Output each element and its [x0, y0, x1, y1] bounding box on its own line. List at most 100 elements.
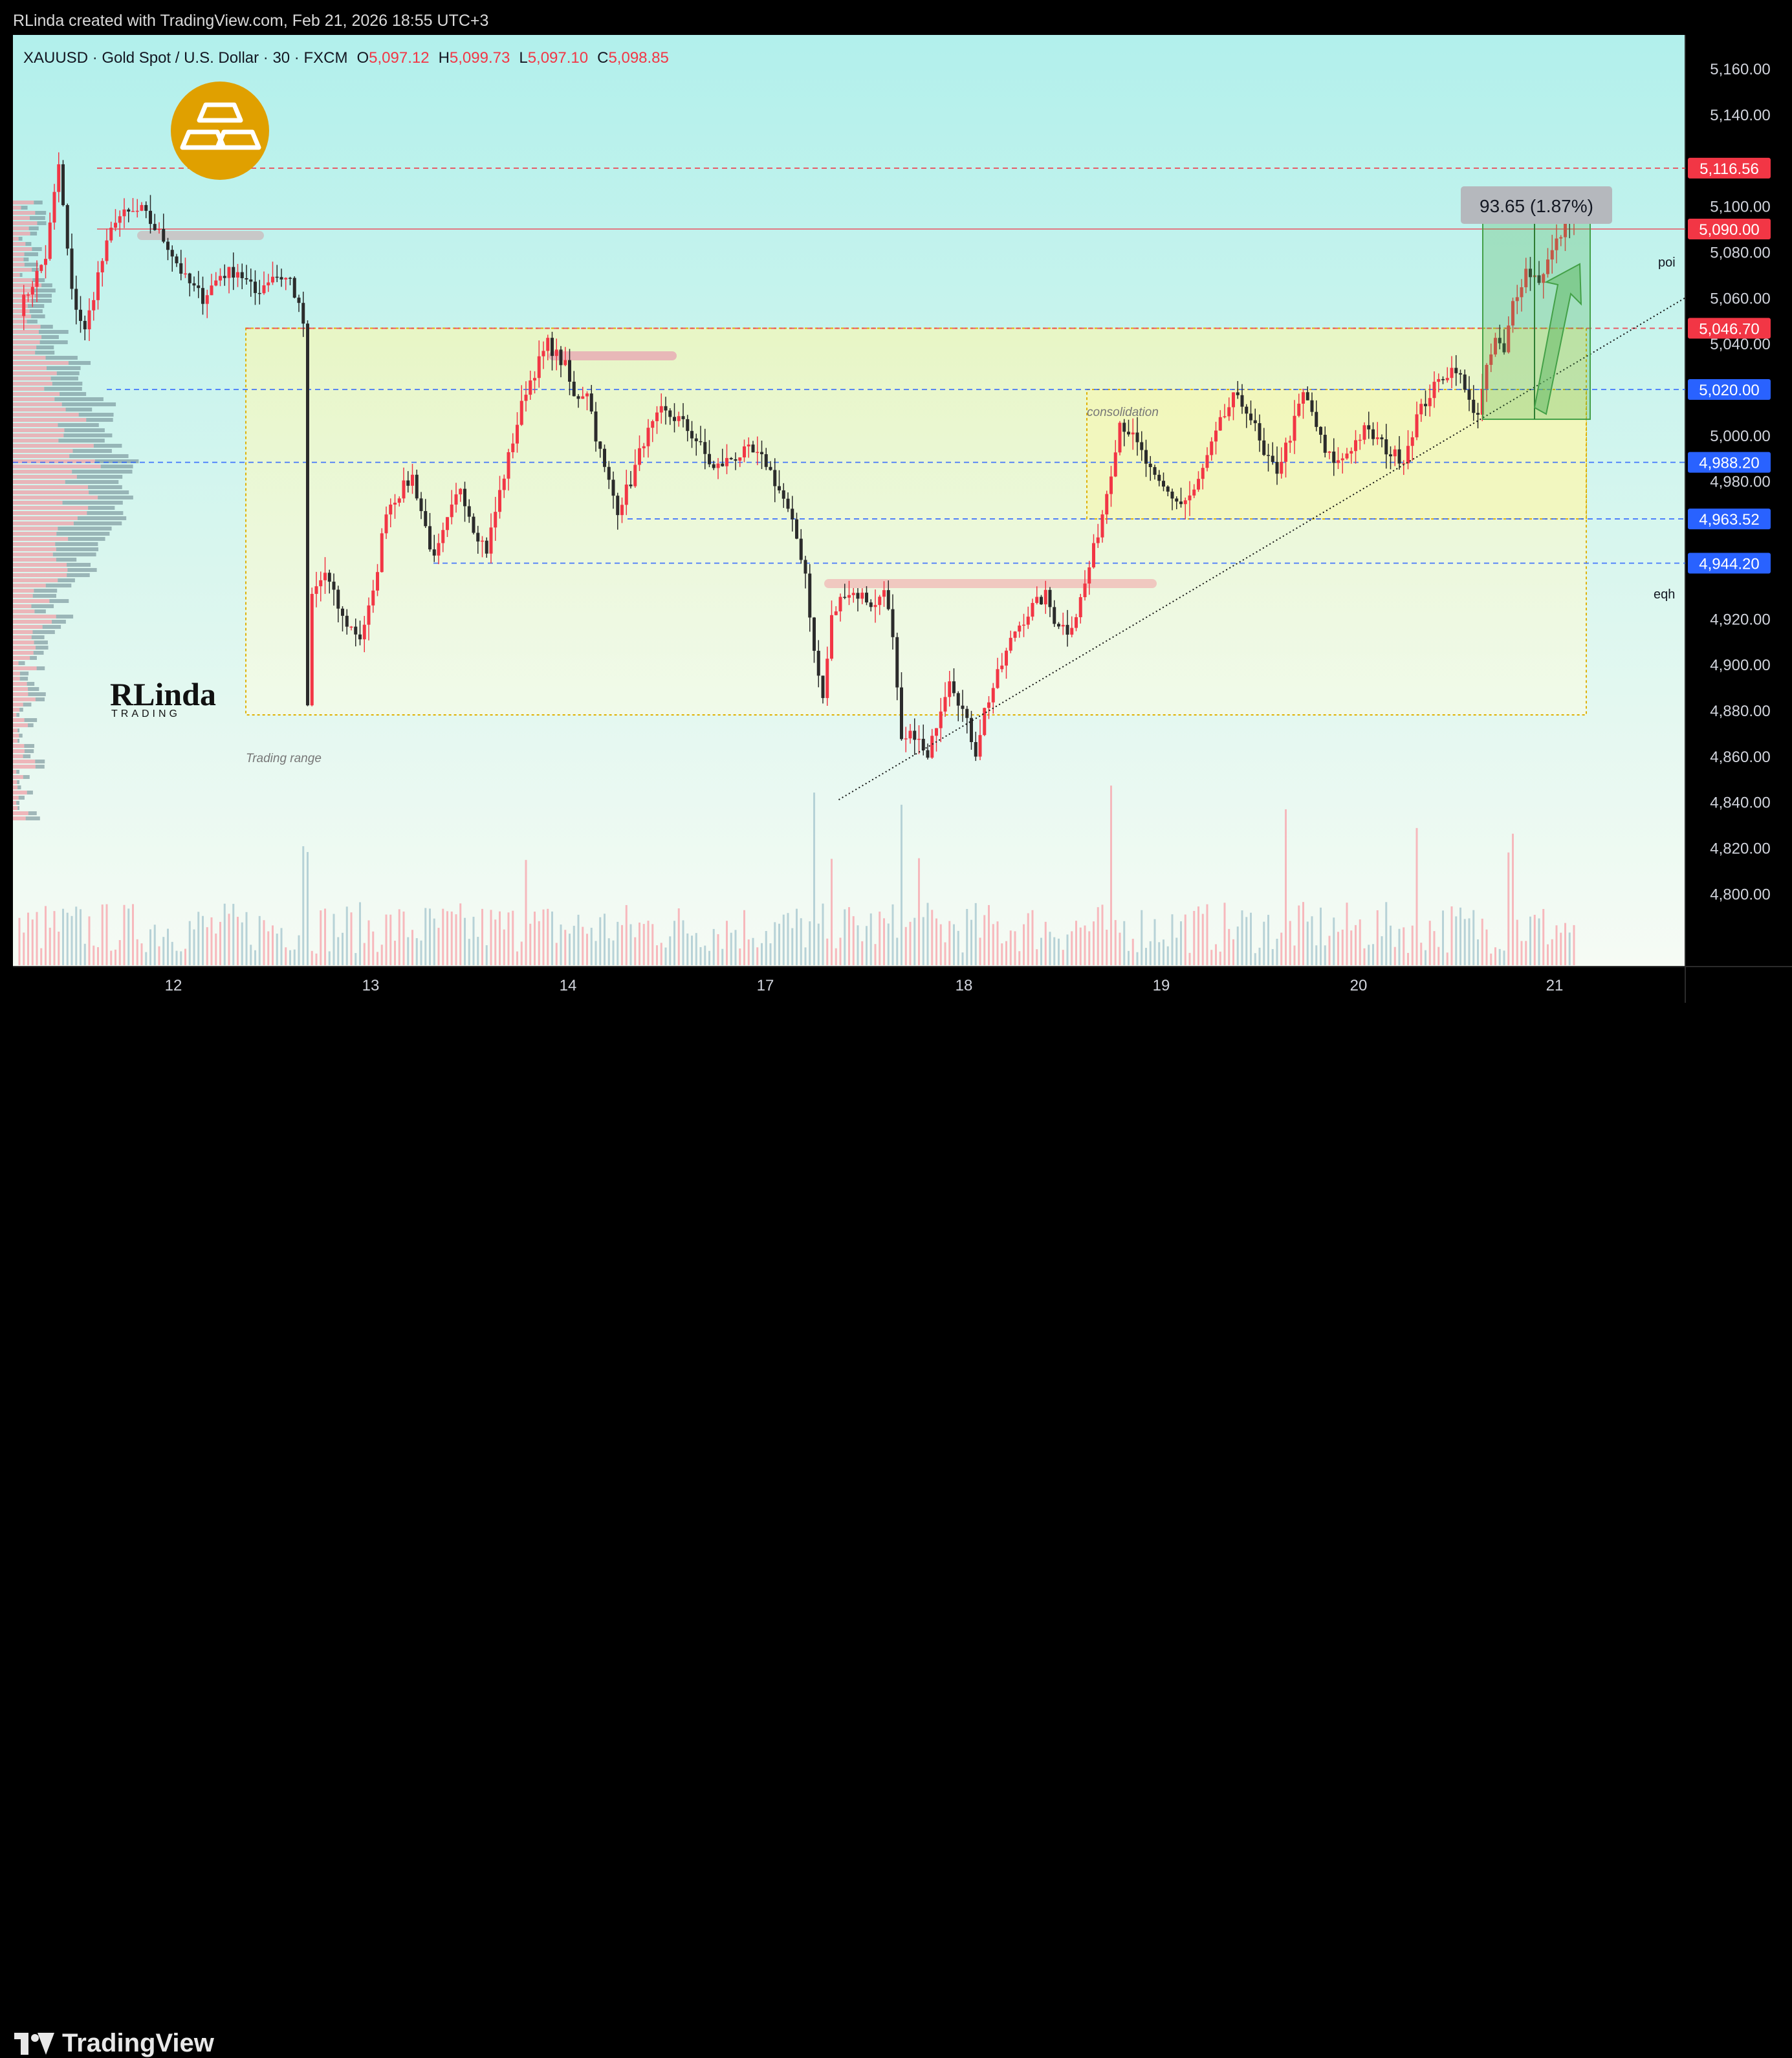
- volume-bar: [1415, 827, 1418, 965]
- profile-bar-sell: [13, 439, 59, 443]
- volume-bar: [769, 943, 772, 965]
- candle-body: [319, 580, 323, 587]
- candle-body: [699, 441, 703, 443]
- profile-bar-sell: [13, 309, 30, 313]
- profile-bar-buy: [45, 584, 72, 587]
- volume-bar: [420, 940, 422, 965]
- candle-body: [760, 452, 763, 455]
- volume-bar: [1385, 902, 1388, 965]
- volume-bar: [1490, 953, 1492, 965]
- volume-bar: [1141, 910, 1143, 965]
- volume-bar: [167, 928, 169, 965]
- profile-bar-buy: [56, 558, 77, 562]
- candle-body: [882, 590, 886, 597]
- volume-bar: [1201, 914, 1204, 965]
- volume-bar: [411, 930, 413, 965]
- profile-bar-sell: [13, 760, 36, 763]
- candle-body: [1354, 440, 1357, 452]
- profile-bar-buy: [58, 578, 75, 582]
- candle-body: [738, 457, 742, 461]
- candle-body: [1415, 414, 1419, 437]
- profile-bar-buy: [89, 490, 129, 494]
- volume-bar: [642, 924, 645, 965]
- candle-body: [118, 216, 122, 223]
- volume-bar: [1236, 926, 1239, 965]
- profile-bar-buy: [28, 687, 39, 691]
- candle-body: [214, 280, 218, 286]
- candle-body: [48, 222, 52, 259]
- x-tick-label: 19: [1153, 977, 1170, 994]
- profile-bar-buy: [28, 692, 46, 696]
- price-chart[interactable]: 5,180.005,160.005,140.005,100.005,080.00…: [0, 0, 1792, 1080]
- volume-bar: [219, 921, 221, 965]
- profile-bar-sell: [13, 646, 36, 650]
- candle-body: [904, 738, 908, 739]
- y-tick-label: 4,900.00: [1710, 657, 1770, 674]
- candle-body: [223, 276, 226, 278]
- volume-bar: [1437, 947, 1440, 965]
- tradingview-logo-icon: [14, 2032, 54, 2055]
- volume-bar: [437, 928, 440, 965]
- volume-bar: [852, 916, 855, 965]
- tradingview-brand[interactable]: TradingView: [14, 2029, 214, 2058]
- candle-body: [519, 400, 523, 425]
- volume-bar: [433, 918, 435, 965]
- price-tag-label: 5,046.70: [1699, 320, 1759, 338]
- footer: TradingView: [0, 1003, 1792, 2057]
- candle-body: [633, 465, 637, 487]
- candle-body: [393, 503, 397, 505]
- x-axis-panel: [13, 967, 1685, 1003]
- profile-bar-buy: [34, 609, 46, 613]
- volume-bar: [669, 936, 672, 965]
- candle-body: [1083, 583, 1087, 598]
- candle-body: [1262, 440, 1266, 455]
- candle-body: [232, 267, 235, 278]
- candle-body: [533, 378, 536, 381]
- profile-bar-sell: [13, 516, 78, 520]
- profile-bar-buy: [40, 325, 53, 329]
- candle-body: [581, 396, 585, 399]
- volume-bar: [1197, 906, 1199, 965]
- candle-body: [891, 609, 895, 637]
- profile-bar-buy: [34, 201, 43, 204]
- profile-bar-sell: [13, 687, 28, 691]
- profile-bar-buy: [69, 454, 129, 458]
- profile-bar-sell: [13, 268, 32, 272]
- profile-bar-sell: [13, 620, 52, 624]
- candle-body: [428, 526, 432, 550]
- volume-bar: [913, 917, 916, 965]
- volume-bar: [879, 912, 881, 965]
- candle-body: [677, 416, 681, 421]
- profile-bar-sell: [13, 278, 33, 282]
- y-tick-label: 4,920.00: [1710, 611, 1770, 628]
- y-tick-label: 5,080.00: [1710, 244, 1770, 261]
- volume-bar: [839, 937, 842, 965]
- volume-bar: [1188, 952, 1191, 965]
- volume-bar: [1153, 919, 1156, 965]
- volume-bar: [1403, 927, 1405, 965]
- volume-bar: [223, 903, 226, 965]
- candle-body: [450, 504, 453, 518]
- y-tick-label: 4,800.00: [1710, 886, 1770, 903]
- volume-bar: [1376, 910, 1379, 965]
- profile-bar-buy: [98, 496, 133, 499]
- volume-bar: [1455, 916, 1458, 965]
- profile-bar-sell: [13, 340, 40, 344]
- profile-bar-sell: [13, 501, 63, 505]
- candle-body: [952, 681, 956, 694]
- candle-body: [808, 573, 812, 618]
- volume-bar: [1498, 948, 1501, 965]
- profile-bar-sell: [13, 578, 58, 582]
- profile-bar-sell: [13, 708, 20, 712]
- volume-bar: [250, 945, 252, 965]
- candle-body: [489, 527, 493, 554]
- volume-bar: [23, 932, 25, 965]
- chart-area[interactable]: 5,180.005,160.005,140.005,100.005,080.00…: [0, 0, 1792, 1080]
- profile-bar-buy: [31, 299, 52, 303]
- profile-bar-buy: [27, 320, 38, 323]
- candle-body: [1179, 501, 1183, 505]
- profile-bar-sell: [13, 377, 51, 380]
- volume-bar: [1180, 921, 1182, 965]
- profile-bar-sell: [13, 692, 28, 696]
- volume-bar: [490, 910, 492, 965]
